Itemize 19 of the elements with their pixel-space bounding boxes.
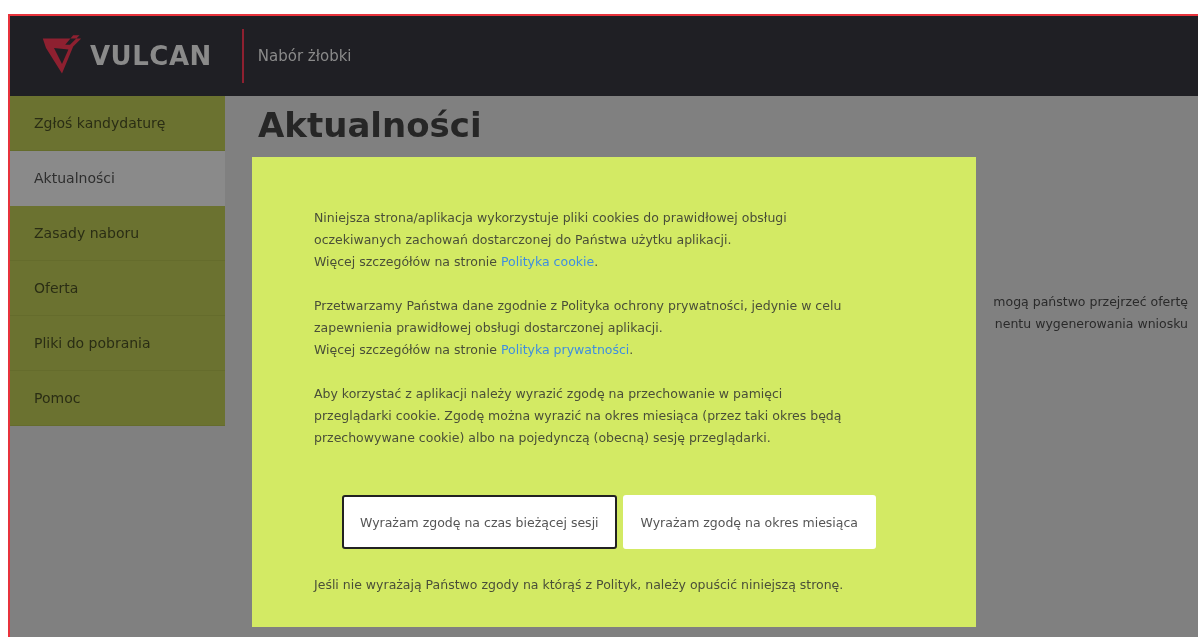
policy-link[interactable]: Polityka cookie xyxy=(501,254,595,269)
notice-text: Aby korzystać z aplikacji należy wyrazić zgodę na przechowanie w pamięci przeglądarki cookie. Zgodę można wyrazić na okres miesiąca (przez taki okres będą przechowywane cookie) albo na pojedynczą (obecną) sesję przeglądarki. xyxy=(314,385,843,447)
sidebar-item[interactable]: Oferta xyxy=(10,261,225,316)
page-heading: Aktualności xyxy=(258,108,483,142)
notice-text: Niniejsza strona/aplikacja wykorzystuje pliki cookies do prawidłowej obsługi oczekiwanych zachowań dostarczonej do Państwa użytku aplikacji. Więcej szczegółów na stronie Polityka cookie. xyxy=(314,209,788,271)
sidebar-item[interactable]: Aktualności xyxy=(10,151,225,206)
news-text: nentu wygenerowania wniosku xyxy=(993,315,1188,333)
sidebar-item[interactable]: Zasady naboru xyxy=(10,206,225,261)
news-text: mogą państwo przejrzeć ofertę xyxy=(993,293,1188,311)
consent-button[interactable]: Wyrażam zgodę na czas bieżącej sesji xyxy=(342,495,617,549)
sidebar-item[interactable]: Pomoc xyxy=(10,371,225,426)
notice-text: Przetwarzamy Państwa dane zgodnie z Polityka ochrony prywatności, jedynie w celu zapewnienia prawidłowej obsługi dostarczonej aplikacji. Więcej szczegółów na stronie Polityka prywatności. xyxy=(314,297,843,359)
notice-text: Jeśli nie wyrażają Państwo zgody na którąś z Polityk, należy opuścić niniejszą stronę. xyxy=(314,577,845,592)
app-title: Nabór żłobki xyxy=(257,47,352,65)
consent-button[interactable]: Wyrażam zgodę na okres miesiąca xyxy=(622,495,877,549)
sidebar-item[interactable]: Zgłoś kandydaturę xyxy=(10,96,225,151)
sidebar-item[interactable]: Pliki do pobrania xyxy=(10,316,225,371)
policy-link[interactable]: Polityka prywatności xyxy=(501,342,630,357)
logo-text: VULCAN xyxy=(90,41,212,71)
